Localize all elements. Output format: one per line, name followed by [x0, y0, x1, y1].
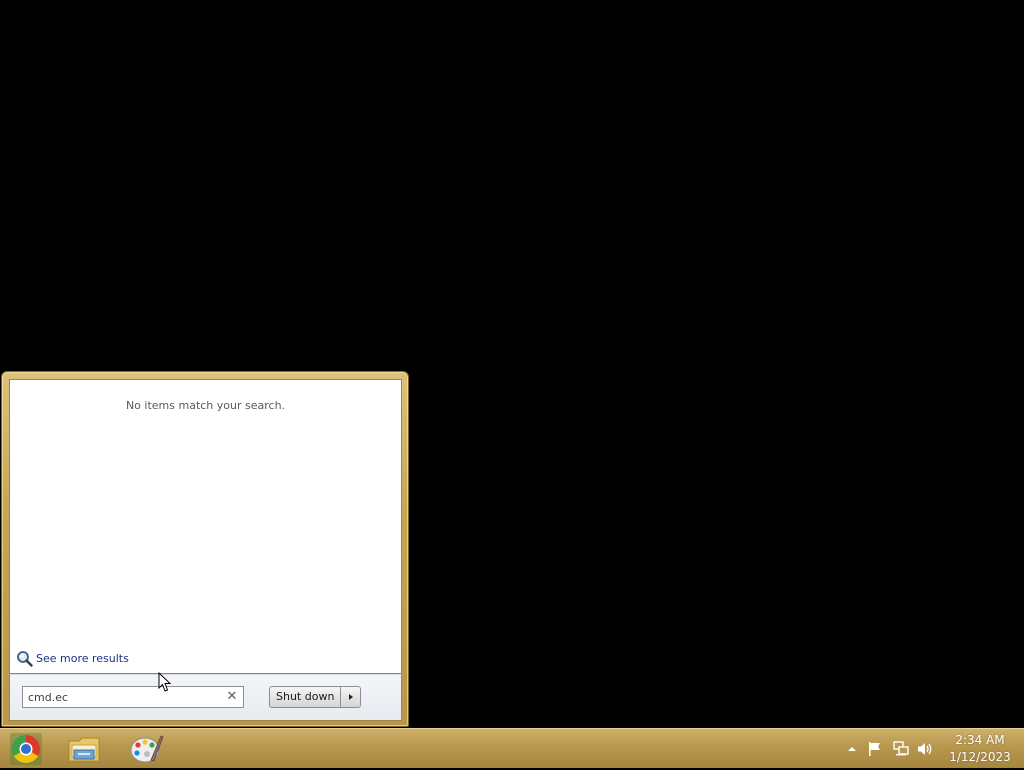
action-center-flag-icon[interactable]: [867, 741, 883, 757]
clock-date: 1/12/2023: [949, 750, 1011, 764]
chrome-icon: [6, 733, 46, 770]
shutdown-button[interactable]: Shut down: [269, 686, 341, 708]
windows-explorer-icon: [64, 737, 104, 770]
search-box: ✕: [22, 686, 244, 708]
search-results-pane: No items match your search. See more res…: [9, 379, 402, 674]
search-input[interactable]: [23, 688, 218, 706]
start-menu-bottom-bar: ✕ Shut down: [9, 674, 402, 721]
clock-time: 2:34 AM: [955, 733, 1005, 747]
shutdown-group: Shut down: [269, 686, 362, 708]
arrow-right-icon: [349, 694, 354, 700]
see-more-results-link[interactable]: See more results: [16, 649, 129, 667]
taskbar-explorer-button[interactable]: [64, 732, 104, 766]
volume-icon[interactable]: [917, 741, 933, 757]
show-hidden-icons-icon[interactable]: [846, 741, 862, 757]
paint-icon: [125, 735, 165, 770]
taskbar-chrome-button[interactable]: [6, 732, 46, 766]
shutdown-options-button[interactable]: [340, 686, 362, 708]
taskbar-paint-button[interactable]: [125, 732, 165, 766]
clear-search-icon[interactable]: ✕: [225, 690, 239, 704]
taskbar: 2:34 AM 1/12/2023: [0, 728, 1024, 768]
no-results-message: No items match your search.: [125, 399, 286, 412]
see-more-results-label: See more results: [36, 651, 129, 665]
search-magnifier-icon: [16, 650, 33, 667]
network-icon[interactable]: [893, 741, 909, 757]
taskbar-clock[interactable]: 2:34 AM 1/12/2023: [944, 732, 1016, 766]
start-menu: No items match your search. See more res…: [1, 371, 409, 727]
